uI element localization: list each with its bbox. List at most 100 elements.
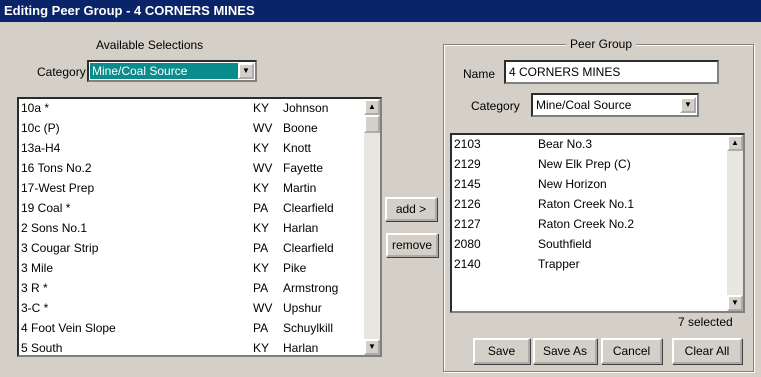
- peer-row-id: 2080: [454, 237, 481, 251]
- peer-row-id: 2140: [454, 257, 481, 271]
- available-row-name: 16 Tons No.2: [21, 161, 92, 175]
- available-row-county: Martin: [283, 181, 317, 195]
- peer-row-name: Raton Creek No.1: [538, 197, 635, 211]
- available-list-row[interactable]: 10a * KY Johnson: [21, 99, 361, 119]
- available-row-county: Pike: [283, 261, 307, 275]
- window-title: Editing Peer Group - 4 CORNERS MINES: [0, 0, 761, 22]
- available-row-name: 2 Sons No.1: [21, 221, 88, 235]
- available-row-state: PA: [253, 281, 269, 295]
- available-row-name: 3 Mile: [21, 261, 54, 275]
- available-row-county: Boone: [283, 121, 318, 135]
- peer-row-id: 2127: [454, 217, 481, 231]
- available-category-label: Category: [37, 65, 86, 79]
- available-list-row[interactable]: 2 Sons No.1 KY Harlan: [21, 219, 361, 239]
- scroll-down-icon[interactable]: ▼: [364, 339, 380, 355]
- available-category-value: Mine/Coal Source: [90, 63, 240, 79]
- available-row-county: Upshur: [283, 301, 322, 315]
- peer-group-title: Peer Group: [566, 37, 637, 51]
- chevron-down-icon[interactable]: ▼: [238, 63, 254, 79]
- cancel-button[interactable]: Cancel: [601, 338, 662, 364]
- scroll-down-icon[interactable]: ▼: [727, 295, 743, 311]
- available-row-state: PA: [253, 241, 269, 255]
- available-row-name: 3 Cougar Strip: [21, 241, 99, 255]
- available-row-county: Clearfield: [283, 201, 334, 215]
- clear-all-button[interactable]: Clear All: [672, 338, 742, 364]
- available-list-row[interactable]: 19 Coal * PA Clearfield: [21, 199, 361, 219]
- available-row-state: KY: [253, 261, 270, 275]
- available-row-county: Armstrong: [283, 281, 339, 295]
- peer-row-id: 2129: [454, 157, 481, 171]
- scroll-up-icon[interactable]: ▲: [727, 135, 743, 151]
- available-list-row[interactable]: 3 Cougar Strip PA Clearfield: [21, 239, 361, 259]
- chevron-down-icon[interactable]: ▼: [680, 97, 696, 113]
- available-row-state: KY: [253, 221, 270, 235]
- peer-category-label: Category: [471, 99, 520, 113]
- available-row-name: 3-C *: [21, 301, 49, 315]
- available-list-row[interactable]: 3-C * WV Upshur: [21, 299, 361, 319]
- available-list[interactable]: 10a * KY Johnson 10c (P) WV Boone 13a-H4 KY Knot…: [17, 97, 382, 357]
- available-list-row[interactable]: 3 Mile KY Pike: [21, 259, 361, 279]
- available-scrollbar[interactable]: ▲ ▼: [364, 99, 380, 355]
- available-list-row[interactable]: 3 R * PA Armstrong: [21, 279, 361, 299]
- peer-category-value: Mine/Coal Source: [536, 98, 632, 112]
- available-row-name: 4 Foot Vein Slope: [21, 321, 116, 335]
- available-row-county: Knott: [283, 141, 312, 155]
- available-row-name: 19 Coal *: [21, 201, 71, 215]
- available-row-state: KY: [253, 101, 270, 115]
- available-row-state: PA: [253, 321, 269, 335]
- available-list-row[interactable]: 5 South KY Harlan: [21, 339, 361, 355]
- peer-category-select[interactable]: Mine/Coal Source ▼: [531, 93, 699, 117]
- remove-button[interactable]: remove: [386, 233, 438, 257]
- available-row-state: KY: [253, 141, 270, 155]
- selected-count: 7 selected: [678, 315, 733, 329]
- available-row-county: Harlan: [283, 221, 319, 235]
- peer-row-name: New Horizon: [538, 177, 607, 191]
- peer-list-row[interactable]: 2129 New Elk Prep (C): [454, 155, 724, 175]
- available-list-row[interactable]: 17-West Prep KY Martin: [21, 179, 361, 199]
- peer-row-id: 2126: [454, 197, 481, 211]
- available-row-state: WV: [253, 121, 273, 135]
- available-row-county: Clearfield: [283, 241, 334, 255]
- available-category-select[interactable]: Mine/Coal Source ▼: [87, 60, 257, 82]
- available-row-county: Fayette: [283, 161, 324, 175]
- peer-row-id: 2145: [454, 177, 481, 191]
- peer-row-name: New Elk Prep (C): [538, 157, 631, 171]
- available-row-county: Harlan: [283, 341, 319, 355]
- peer-row-id: 2103: [454, 137, 481, 151]
- scroll-up-icon[interactable]: ▲: [364, 99, 380, 115]
- peer-row-name: Raton Creek No.2: [538, 217, 635, 231]
- available-row-name: 10a *: [21, 101, 50, 115]
- available-row-state: KY: [253, 341, 270, 355]
- peer-list-row[interactable]: 2126 Raton Creek No.1: [454, 195, 724, 215]
- peer-group-list[interactable]: 2103 Bear No.3 2129 New Elk Prep (C) 2145 New…: [450, 133, 745, 313]
- peer-row-name: Trapper: [538, 257, 580, 271]
- available-list-row[interactable]: 4 Foot Vein Slope PA Schuylkill: [21, 319, 361, 339]
- available-row-name: 13a-H4: [21, 141, 61, 155]
- save-as-button[interactable]: Save As: [533, 338, 597, 364]
- available-list-row[interactable]: 10c (P) WV Boone: [21, 119, 361, 139]
- add-button[interactable]: add >: [385, 197, 437, 221]
- available-list-row[interactable]: 13a-H4 KY Knott: [21, 139, 361, 159]
- peer-scrollbar[interactable]: ▲ ▼: [727, 135, 743, 311]
- peer-row-name: Southfield: [538, 237, 592, 251]
- available-row-county: Schuylkill: [283, 321, 334, 335]
- available-row-state: PA: [253, 201, 269, 215]
- peer-list-row[interactable]: 2127 Raton Creek No.2: [454, 215, 724, 235]
- save-button[interactable]: Save: [473, 338, 530, 364]
- peer-list-row[interactable]: 2080 Southfield: [454, 235, 724, 255]
- name-input[interactable]: 4 CORNERS MINES: [504, 60, 719, 84]
- peer-list-row[interactable]: 2103 Bear No.3: [454, 135, 724, 155]
- peer-row-name: Bear No.3: [538, 137, 593, 151]
- peer-list-row[interactable]: 2140 Trapper: [454, 255, 724, 275]
- available-row-name: 10c (P): [21, 121, 60, 135]
- available-row-name: 5 South: [21, 341, 63, 355]
- available-row-name: 3 R *: [21, 281, 48, 295]
- available-selections-title: Available Selections: [96, 38, 204, 52]
- scroll-thumb[interactable]: [364, 115, 380, 133]
- peer-list-row[interactable]: 2145 New Horizon: [454, 175, 724, 195]
- available-row-state: WV: [253, 301, 273, 315]
- available-row-state: WV: [253, 161, 273, 175]
- available-list-row[interactable]: 16 Tons No.2 WV Fayette: [21, 159, 361, 179]
- name-label: Name: [463, 67, 496, 81]
- available-row-county: Johnson: [283, 101, 329, 115]
